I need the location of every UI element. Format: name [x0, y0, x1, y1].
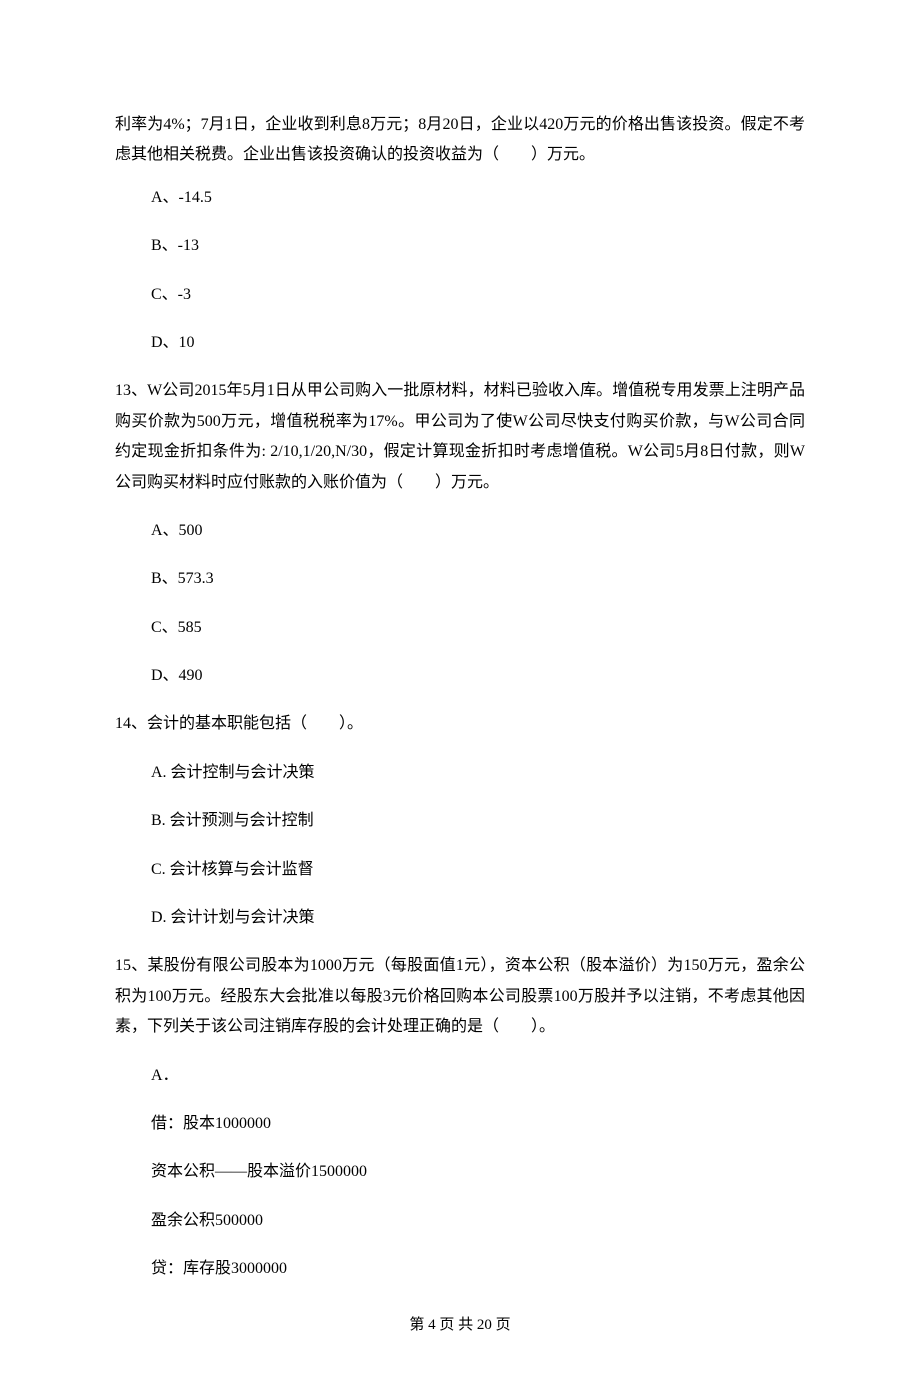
question-15: 15、某股份有限公司股本为1000万元（每股面值1元），资本公积（股本溢价）为1…: [115, 951, 805, 1042]
page-footer: 第 4 页 共 20 页: [115, 1313, 805, 1334]
q12-option-c: C、-3: [115, 280, 805, 310]
q12-option-d: D、10: [115, 328, 805, 358]
q12-option-b: B、-13: [115, 231, 805, 261]
q15-option-a-line3: 盈余公积500000: [115, 1206, 805, 1236]
question-13: 13、W公司2015年5月1日从甲公司购入一批原材料，材料已验收入库。增值税专用…: [115, 376, 805, 498]
q14-option-d: D. 会计计划与会计决策: [115, 903, 805, 933]
q14-option-c: C. 会计核算与会计监督: [115, 855, 805, 885]
q15-option-a-line1: 借：股本1000000: [115, 1109, 805, 1139]
q14-option-a: A. 会计控制与会计决策: [115, 758, 805, 788]
q15-option-a-label: A．: [115, 1061, 805, 1091]
q14-option-b: B. 会计预测与会计控制: [115, 806, 805, 836]
question-14: 14、会计的基本职能包括（ ）。: [115, 709, 805, 739]
question-12-continuation: 利率为4%；7月1日，企业收到利息8万元；8月20日，企业以420万元的价格出售…: [115, 110, 805, 171]
q13-option-d: D、490: [115, 661, 805, 691]
q13-option-a: A、500: [115, 516, 805, 546]
q12-option-a: A、-14.5: [115, 183, 805, 213]
q13-option-b: B、573.3: [115, 564, 805, 594]
q15-option-a-line4: 贷：库存股3000000: [115, 1254, 805, 1284]
page-content: 利率为4%；7月1日，企业收到利息8万元；8月20日，企业以420万元的价格出售…: [0, 0, 920, 1374]
q15-option-a-line2: 资本公积——股本溢价1500000: [115, 1157, 805, 1187]
q13-option-c: C、585: [115, 613, 805, 643]
